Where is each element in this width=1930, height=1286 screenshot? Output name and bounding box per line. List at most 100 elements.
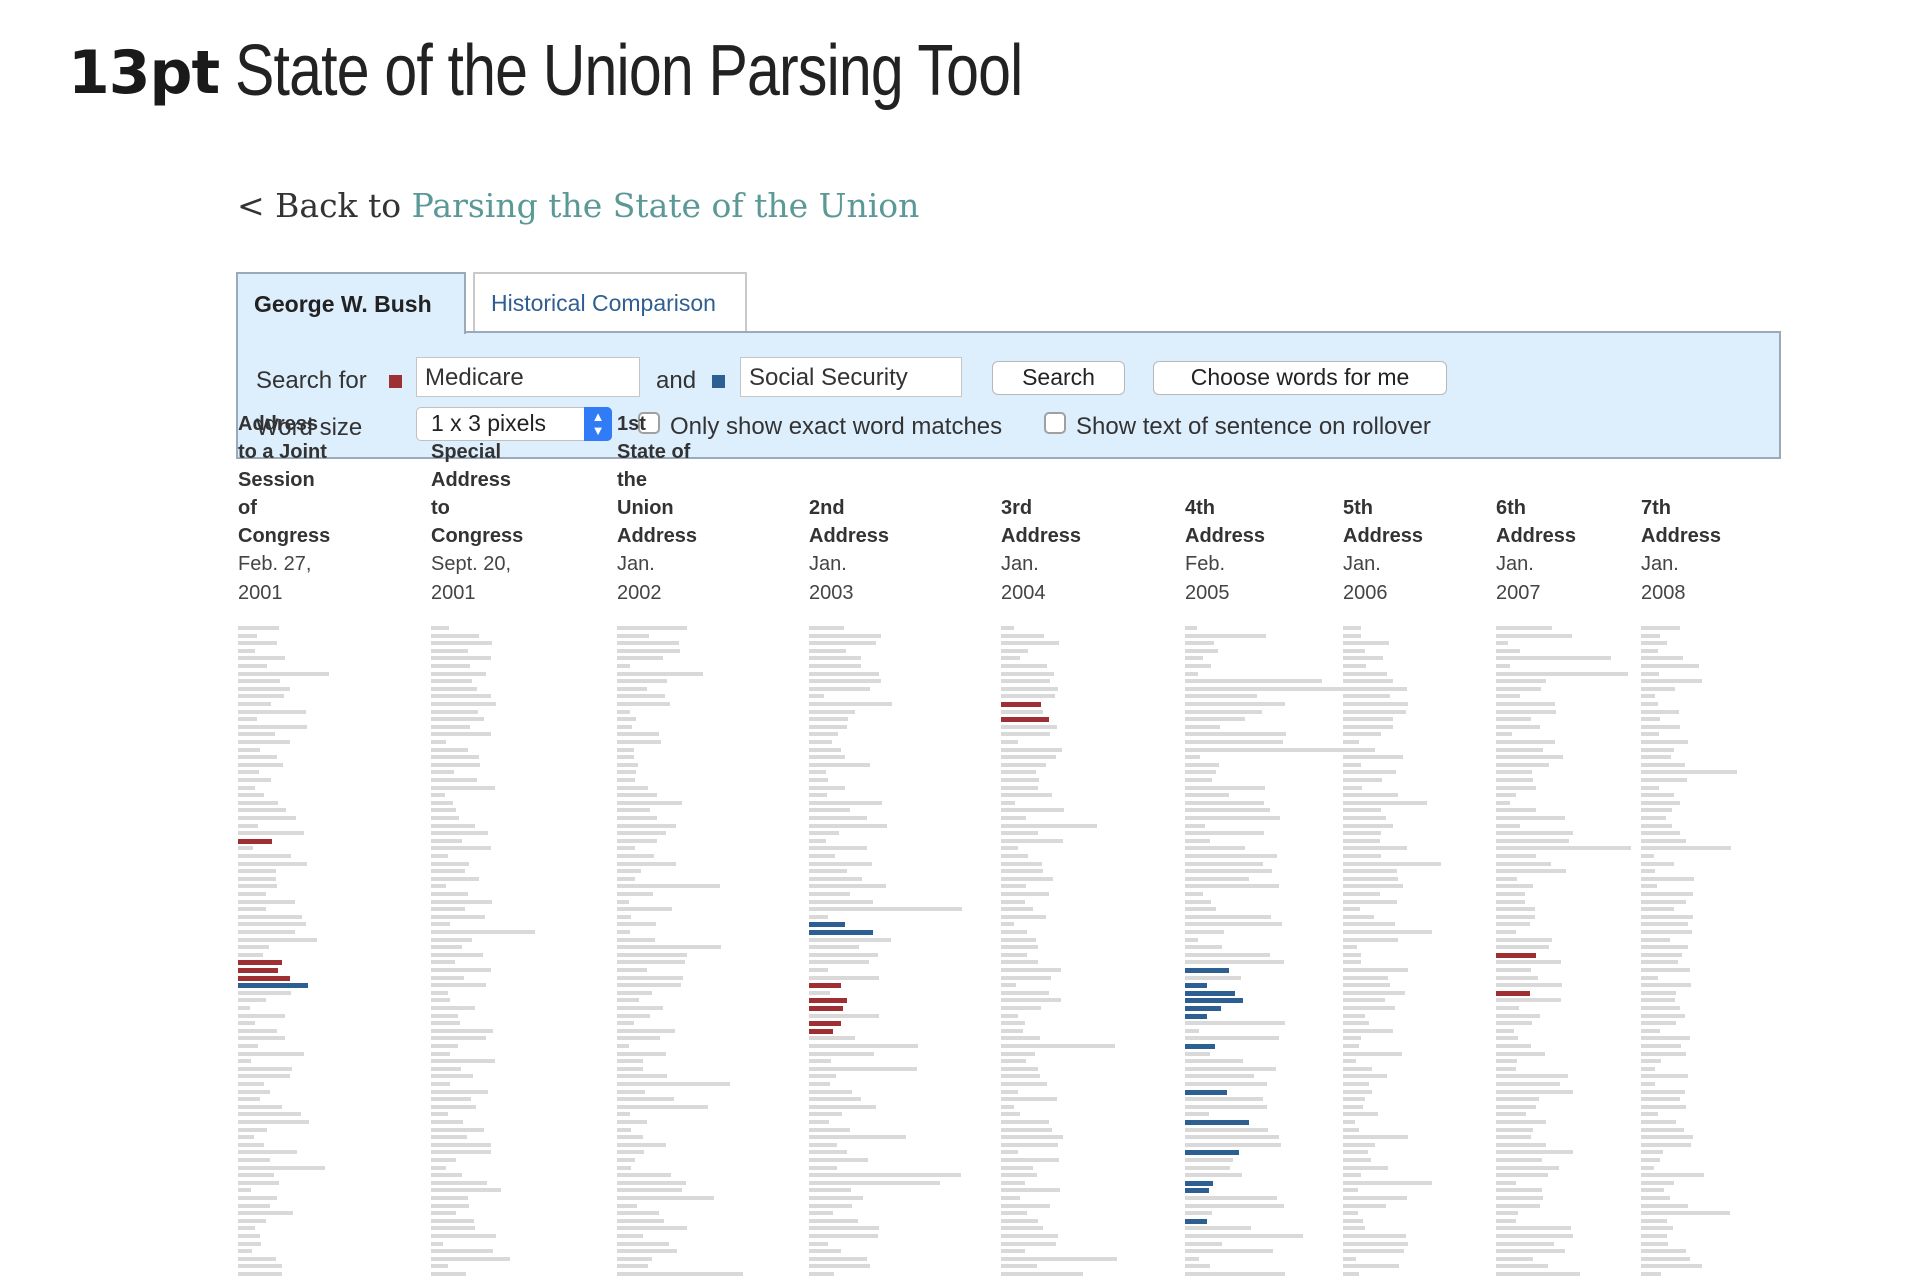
sentence-bar[interactable] (1496, 1264, 1548, 1268)
sentence-bar[interactable] (1185, 907, 1216, 911)
sentence-bar[interactable] (1496, 1128, 1533, 1132)
sentence-bar[interactable] (1343, 1226, 1365, 1230)
sentence-bar[interactable] (809, 694, 824, 698)
sentence-bar[interactable] (431, 1204, 469, 1208)
medicare-sentence-bar[interactable] (238, 839, 272, 844)
sentence-bar[interactable] (809, 1014, 879, 1018)
sentence-bar[interactable] (1343, 884, 1403, 888)
sentence-bar[interactable] (1641, 1166, 1654, 1170)
sentence-bar[interactable] (1641, 656, 1683, 660)
sentence-bar[interactable] (1496, 694, 1520, 698)
sentence-bar[interactable] (617, 1006, 663, 1010)
sentence-bar[interactable] (1496, 1090, 1573, 1094)
sentence-bar[interactable] (431, 1014, 458, 1018)
sentence-bar[interactable] (1496, 1173, 1548, 1177)
sentence-bar[interactable] (1496, 1105, 1536, 1109)
sentence-bar[interactable] (1641, 755, 1671, 759)
sentence-bar[interactable] (1185, 1166, 1230, 1170)
sentence-bar[interactable] (431, 717, 484, 721)
sentence-bar[interactable] (1001, 1173, 1037, 1177)
sentence-bar[interactable] (809, 717, 848, 721)
sentence-bar[interactable] (1496, 1219, 1516, 1223)
sentence-bar[interactable] (617, 1264, 648, 1268)
sentence-bar[interactable] (1496, 1029, 1514, 1033)
sentence-bar[interactable] (1185, 1135, 1279, 1139)
sentence-bar[interactable] (1343, 1021, 1369, 1025)
sentence-bar[interactable] (431, 1067, 461, 1071)
sentence-bar[interactable] (1185, 1211, 1212, 1215)
sentence-bar[interactable] (431, 808, 456, 812)
sentence-bar[interactable] (1343, 991, 1405, 995)
sentence-bar[interactable] (1343, 922, 1395, 926)
sentence-bar[interactable] (617, 717, 636, 721)
sentence-bar[interactable] (1496, 1067, 1516, 1071)
sentence-bar[interactable] (1185, 717, 1245, 721)
sentence-bar[interactable] (431, 786, 495, 790)
sentence-bar[interactable] (431, 725, 470, 729)
sentence-bar[interactable] (1001, 1120, 1049, 1124)
sentence-bar[interactable] (238, 1021, 255, 1025)
sentence-bar[interactable] (1343, 1112, 1378, 1116)
sentence-bar[interactable] (617, 687, 647, 691)
sentence-bar[interactable] (617, 1181, 686, 1185)
sentence-bar[interactable] (1343, 717, 1393, 721)
site-logo[interactable]: 13pt (68, 38, 220, 108)
sentence-bar[interactable] (809, 755, 845, 759)
sentence-bar[interactable] (1343, 626, 1361, 630)
sentence-bar[interactable] (238, 748, 260, 752)
sentence-bar[interactable] (238, 641, 277, 645)
sentence-bar[interactable] (809, 770, 826, 774)
sentence-bar[interactable] (809, 1158, 868, 1162)
sentence-bar[interactable] (431, 1181, 487, 1185)
sentence-bar[interactable] (1001, 816, 1026, 820)
sentence-bar[interactable] (431, 854, 448, 858)
sentence-bar[interactable] (1185, 930, 1224, 934)
sentence-bar[interactable] (1343, 679, 1393, 683)
sentence-bar[interactable] (1001, 831, 1038, 835)
sentence-bar[interactable] (1185, 656, 1203, 660)
sentence-bar[interactable] (1001, 869, 1043, 873)
sentence-bar[interactable] (617, 1059, 643, 1063)
sentence-bar[interactable] (809, 702, 892, 706)
social-security-sentence-bar[interactable] (1185, 1188, 1209, 1193)
social-security-sentence-bar[interactable] (1185, 1044, 1215, 1049)
sentence-bar[interactable] (1496, 930, 1516, 934)
sentence-bar[interactable] (1185, 1257, 1199, 1261)
sentence-bar[interactable] (1343, 732, 1381, 736)
sentence-bar[interactable] (431, 824, 475, 828)
sentence-bar[interactable] (1001, 801, 1015, 805)
medicare-sentence-bar[interactable] (809, 1006, 843, 1011)
sentence-bar[interactable] (1641, 649, 1658, 653)
sentence-bar[interactable] (1001, 725, 1057, 729)
sentence-bar[interactable] (1496, 641, 1508, 645)
search-button[interactable]: Search (992, 361, 1125, 395)
sentence-bar[interactable] (809, 892, 850, 896)
sentence-bar[interactable] (1641, 998, 1675, 1002)
sentence-bar[interactable] (1496, 1249, 1565, 1253)
sentence-bar[interactable] (1001, 1211, 1027, 1215)
sentence-bar[interactable] (809, 793, 827, 797)
sentence-bar[interactable] (1641, 1234, 1667, 1238)
medicare-sentence-bar[interactable] (238, 960, 282, 965)
sentence-bar[interactable] (238, 763, 283, 767)
sentence-bar[interactable] (431, 1211, 456, 1215)
sentence-bar[interactable] (1001, 1249, 1025, 1253)
sentence-bar[interactable] (1001, 649, 1028, 653)
sentence-bar[interactable] (1185, 1036, 1279, 1040)
sentence-bar[interactable] (1641, 808, 1672, 812)
sentence-bar[interactable] (1496, 922, 1530, 926)
sentence-bar[interactable] (1185, 1021, 1285, 1025)
sentence-bar[interactable] (1343, 1006, 1395, 1010)
sentence-bar[interactable] (1496, 1006, 1519, 1010)
sentence-bar[interactable] (431, 846, 491, 850)
sentence-bar[interactable] (1185, 892, 1203, 896)
sentence-bar[interactable] (238, 1090, 270, 1094)
sentence-bar[interactable] (1641, 1052, 1686, 1056)
sentence-bar[interactable] (1641, 1044, 1681, 1048)
sentence-bar[interactable] (809, 1082, 830, 1086)
sentence-bar[interactable] (1185, 1249, 1273, 1253)
sentence-bar[interactable] (1641, 831, 1680, 835)
sentence-bar[interactable] (1496, 808, 1536, 812)
sentence-bar[interactable] (1343, 1249, 1404, 1253)
sentence-bar[interactable] (617, 1090, 645, 1094)
